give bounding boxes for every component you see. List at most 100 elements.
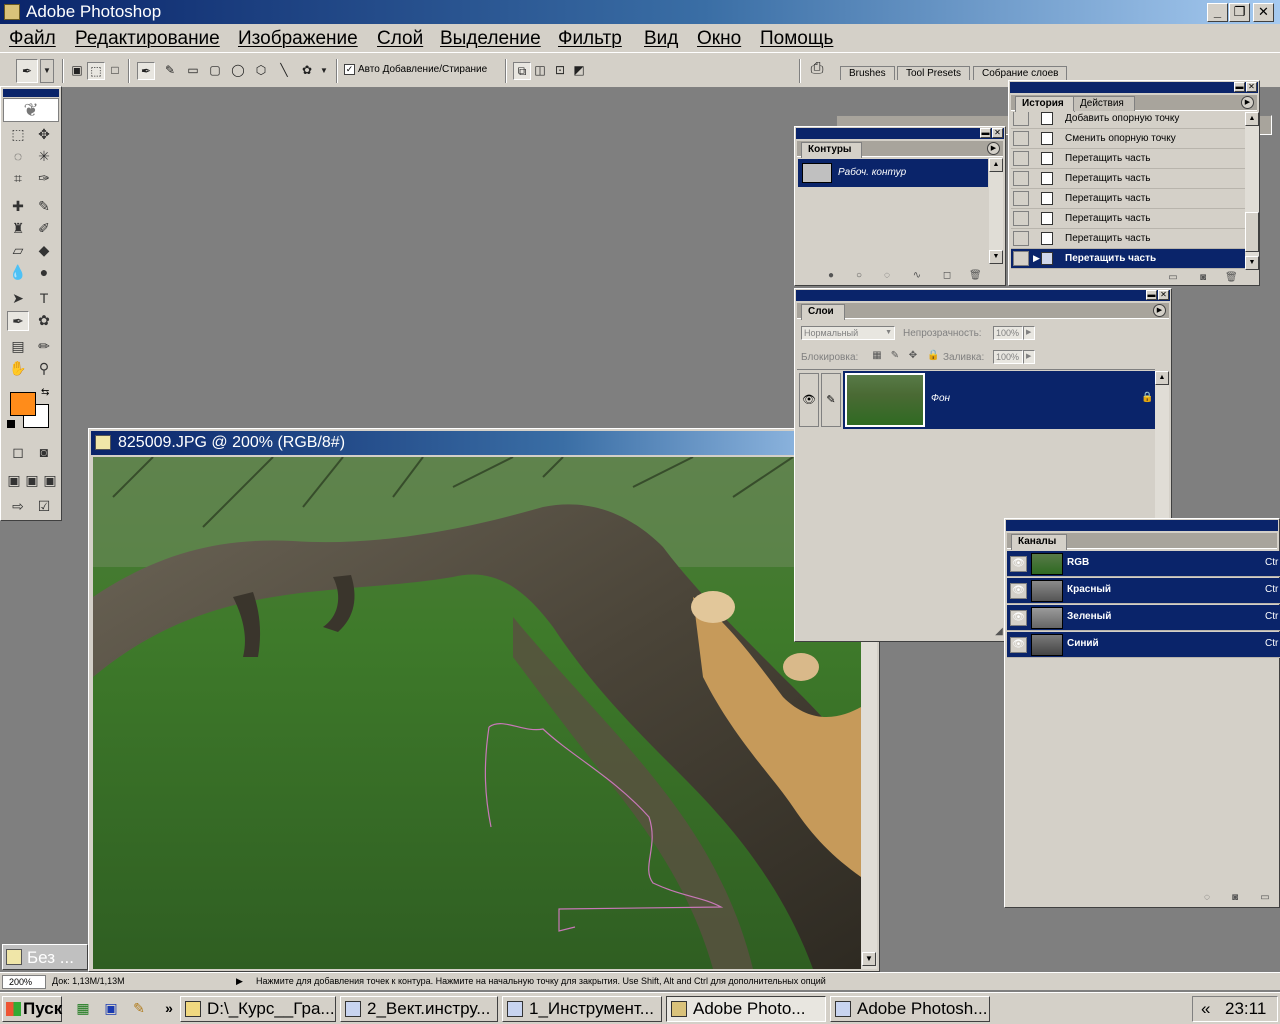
opacity-field[interactable]: 100% — [993, 326, 1023, 340]
clock[interactable]: 23:11 — [1225, 997, 1266, 1020]
well-tab-tool-presets[interactable]: Tool Presets — [897, 66, 971, 80]
channel-row[interactable]: 👁 Зеленый Ctr — [1007, 605, 1280, 631]
excel-quicklaunch-icon[interactable]: ▦ — [74, 999, 92, 1017]
screen-mode-full-icon[interactable]: ▣ — [41, 471, 59, 491]
crop-tool-icon[interactable]: ⌗ — [7, 169, 29, 189]
scroll-up-arrow-icon[interactable]: ▲ — [1245, 112, 1259, 126]
move-tool-icon[interactable]: ✥ — [33, 125, 55, 145]
channel-visibility-eye-icon[interactable]: 👁 — [1010, 556, 1027, 572]
taskbar-item-active[interactable]: Adobe Photo... — [666, 996, 826, 1022]
panel-minimize-icon[interactable]: ▬ — [1146, 290, 1157, 300]
channel-row[interactable]: 👁 RGB Ctr — [1007, 551, 1280, 577]
tool-preset-pen-icon[interactable]: ✒ — [16, 59, 38, 83]
menu-window[interactable]: Окно — [697, 28, 741, 50]
menu-help[interactable]: Помощь — [760, 28, 833, 50]
panel-minimize-icon[interactable]: ▬ — [1234, 82, 1245, 92]
fill-field[interactable]: 100% — [993, 350, 1023, 364]
eraser-tool-icon[interactable]: ▱ — [7, 241, 29, 261]
scroll-down-arrow-icon[interactable]: ▼ — [1245, 256, 1259, 270]
lock-all-icon[interactable]: 🔒 — [927, 351, 939, 361]
paths-scrollbar[interactable]: ▲ ▼ — [989, 158, 1003, 264]
minimized-document[interactable]: Без ... — [2, 944, 88, 970]
fill-slider-arrow-icon[interactable]: ▶ — [1023, 350, 1035, 364]
menu-edit[interactable]: Редактирование — [75, 28, 220, 50]
channel-visibility-eye-icon[interactable]: 👁 — [1010, 610, 1027, 626]
new-path-icon[interactable]: ◻ — [941, 271, 953, 281]
taskbar-item[interactable]: 1_Инструмент... — [502, 996, 662, 1022]
restore-button[interactable]: ❐ — [1229, 3, 1250, 22]
subtract-path-area-icon[interactable]: ◫ — [531, 62, 549, 80]
history-scrollbar[interactable]: ▲ ▼ — [1245, 112, 1259, 270]
pen-tool-option-icon[interactable]: ✒ — [137, 62, 155, 80]
paint-bucket-icon[interactable]: ◆ — [33, 241, 55, 261]
layer-brush-icon[interactable]: ✎ — [821, 373, 841, 427]
panel-menu-icon[interactable]: ▶ — [1153, 304, 1166, 317]
panel-close-icon[interactable]: ✕ — [1246, 82, 1257, 92]
slice-tool-icon[interactable]: ✑ — [33, 169, 55, 189]
fill-path-icon[interactable]: ● — [825, 271, 837, 281]
panel-title-bar[interactable] — [1010, 82, 1258, 93]
lock-transparency-icon[interactable]: ▦ — [871, 351, 883, 361]
menu-select[interactable]: Выделение — [440, 28, 541, 50]
path-selection-icon[interactable]: ➤ — [7, 289, 29, 309]
lasso-tool-icon[interactable]: ◌ — [7, 147, 29, 167]
minimize-button[interactable]: _ — [1207, 3, 1228, 22]
new-channel-icon[interactable]: ▭ — [1259, 893, 1271, 903]
quick-mask-icon[interactable]: ◙ — [33, 443, 55, 463]
history-snapshot-checkbox[interactable] — [1013, 131, 1029, 146]
clone-stamp-icon[interactable]: ♜ — [7, 219, 29, 239]
start-button[interactable]: Пуск — [2, 996, 62, 1022]
eyedropper-icon[interactable]: ✏ — [33, 337, 55, 357]
channel-visibility-eye-icon[interactable]: 👁 — [1010, 637, 1027, 653]
load-path-as-selection-icon[interactable]: ◌ — [881, 271, 893, 281]
paths-mode-icon[interactable]: ⬚ — [87, 62, 105, 80]
hand-tool-icon[interactable]: ✋ — [7, 359, 29, 379]
tool-preset-dropdown-icon[interactable]: ▼ — [40, 59, 54, 83]
tray-expand-icon[interactable]: « — [1201, 997, 1210, 1020]
history-snapshot-checkbox[interactable] — [1013, 191, 1029, 206]
standard-mode-icon[interactable]: ◻ — [7, 443, 29, 463]
panel-title-bar[interactable] — [796, 290, 1170, 301]
history-item[interactable]: Перетащить часть — [1011, 189, 1245, 209]
panel-minimize-icon[interactable]: ▬ — [980, 128, 991, 138]
panel-menu-icon[interactable]: ▶ — [1241, 96, 1254, 109]
history-item[interactable]: Перетащить часть — [1011, 229, 1245, 249]
imageready-icon[interactable]: ☑ — [33, 497, 55, 517]
photoshop-feather-logo[interactable]: ❦ — [3, 98, 59, 122]
document-title-bar[interactable]: 825009.JPG @ 200% (RGB/8#) — [91, 431, 877, 455]
scroll-thumb[interactable] — [1245, 212, 1259, 252]
zoom-tool-icon[interactable]: ⚲ — [33, 359, 55, 379]
notes-tool-icon[interactable]: ▤ — [7, 337, 29, 357]
menu-image[interactable]: Изображение — [238, 28, 358, 50]
type-tool-icon[interactable]: T — [33, 289, 55, 309]
rectangle-shape-icon[interactable]: ▭ — [184, 62, 202, 80]
history-snapshot-checkbox[interactable] — [1013, 231, 1029, 246]
brush-tool-icon[interactable]: ✎ — [33, 197, 55, 217]
history-state-slider-icon[interactable]: ▶ — [1033, 249, 1040, 268]
tab-history[interactable]: История — [1015, 96, 1075, 112]
panel-title-bar[interactable] — [1006, 520, 1278, 531]
screen-mode-standard-icon[interactable]: ▣ — [5, 471, 23, 491]
rounded-rectangle-icon[interactable]: ▢ — [206, 62, 224, 80]
custom-shape-tool-icon[interactable]: ✿ — [33, 311, 55, 331]
history-item[interactable]: Перетащить часть — [1011, 169, 1245, 189]
default-colors-icon[interactable] — [7, 420, 15, 428]
lock-pixels-icon[interactable]: ✎ — [889, 351, 901, 361]
magic-wand-icon[interactable]: ✳ — [33, 147, 55, 167]
save-selection-as-channel-icon[interactable]: ◙ — [1229, 893, 1241, 903]
freeform-pen-icon[interactable]: ✎ — [161, 62, 179, 80]
delete-state-icon[interactable]: 🗑 — [1225, 273, 1238, 283]
document-icon[interactable] — [95, 435, 111, 450]
history-item[interactable]: Сменить опорную точку — [1011, 129, 1245, 149]
palette-well-icon[interactable]: ⎙ — [806, 60, 828, 82]
marquee-tool-icon[interactable]: ⬚ — [7, 125, 29, 145]
menu-layer[interactable]: Слой — [377, 28, 423, 50]
panel-title-bar[interactable] — [796, 128, 1004, 139]
channel-row[interactable]: 👁 Красный Ctr — [1007, 578, 1280, 604]
history-item[interactable]: Перетащить часть — [1011, 209, 1245, 229]
ellipse-shape-icon[interactable]: ◯ — [229, 62, 247, 80]
history-snapshot-checkbox[interactable] — [1013, 151, 1029, 166]
layer-visibility-eye-icon[interactable]: 👁 — [799, 373, 819, 427]
panel-close-icon[interactable]: ✕ — [992, 128, 1003, 138]
scroll-up-arrow-icon[interactable]: ▲ — [989, 158, 1003, 172]
